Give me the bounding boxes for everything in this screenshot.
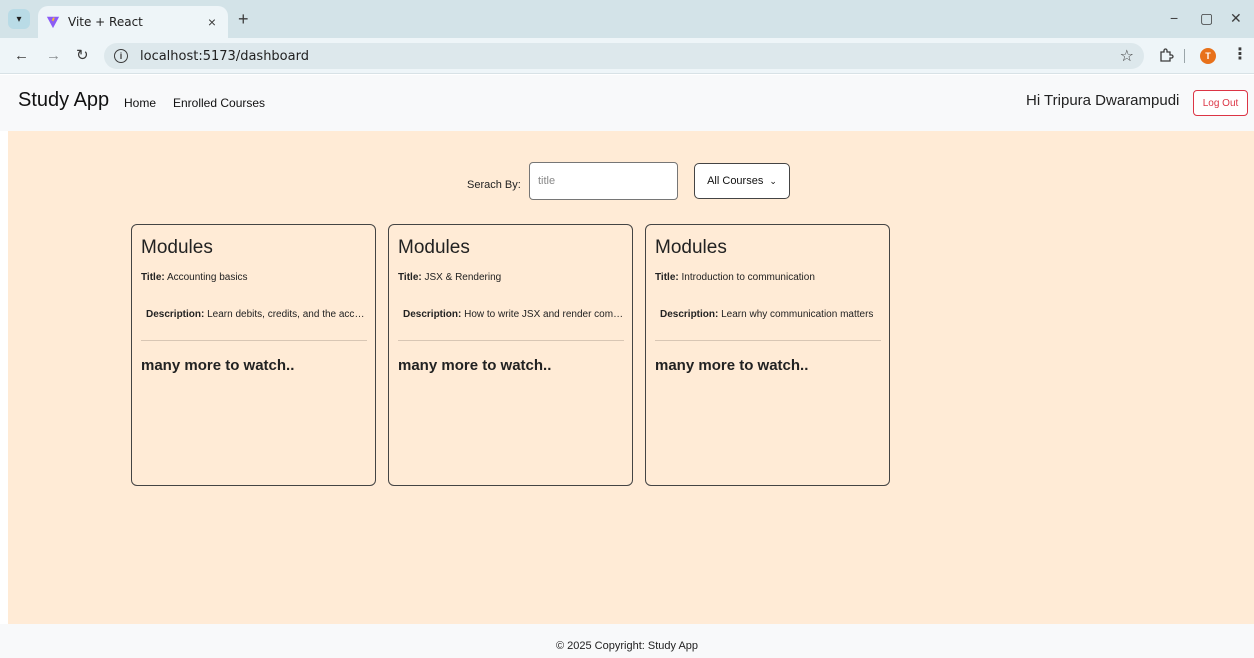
browser-toolbar: ← → ↻ i localhost:5173/dashboard ☆ T ⋮ (0, 38, 1254, 74)
forward-arrow-icon[interactable]: → (46, 47, 61, 65)
card-divider (655, 340, 881, 341)
card-title: Title: Accounting basics (141, 272, 248, 283)
search-label: Serach By: (467, 179, 521, 191)
browser-tab[interactable]: Vite + React × (38, 6, 228, 38)
user-greeting: Hi Tripura Dwarampudi (1026, 92, 1180, 109)
tab-title: Vite + React (68, 15, 143, 29)
copyright-text: © 2025 Copyright: Study App (555, 640, 699, 652)
new-tab-button[interactable]: + (238, 10, 249, 28)
card-description: Description: How to write JSX and render… (403, 309, 625, 320)
window-close-icon[interactable]: ✕ (1230, 10, 1242, 26)
menu-icon[interactable]: ⋮ (1232, 46, 1248, 64)
profile-avatar[interactable]: T (1200, 48, 1216, 64)
address-bar[interactable]: i localhost:5173/dashboard ☆ (104, 43, 1144, 69)
course-filter-select[interactable]: All Courses ⌄ (694, 163, 790, 199)
card-more-link[interactable]: many more to watch.. (655, 357, 808, 374)
vite-logo-icon (46, 16, 60, 29)
extensions-icon[interactable] (1158, 47, 1174, 63)
page-footer: © 2025 Copyright: Study App (0, 624, 1254, 658)
browser-tabstrip: ▾ Vite + React × + − ▢ ✕ (0, 0, 1254, 38)
module-card[interactable]: Modules Title: Accounting basics Descrip… (131, 224, 376, 486)
logout-button[interactable]: Log Out (1193, 90, 1248, 116)
card-heading: Modules (655, 237, 727, 258)
url-text[interactable]: localhost:5173/dashboard (140, 49, 309, 64)
toolbar-divider (1184, 49, 1185, 63)
search-input[interactable] (529, 162, 678, 200)
module-card[interactable]: Modules Title: Introduction to communica… (645, 224, 890, 486)
card-description: Description: Learn why communication mat… (660, 309, 874, 320)
card-heading: Modules (398, 237, 470, 258)
brand-logo[interactable]: Study App (18, 89, 109, 112)
card-divider (398, 340, 624, 341)
card-more-link[interactable]: many more to watch.. (141, 357, 294, 374)
close-icon[interactable]: × (204, 14, 220, 30)
chevron-down-icon: ⌄ (769, 175, 777, 186)
restore-icon[interactable]: ▢ (1200, 10, 1213, 26)
app-navbar: Study App Home Enrolled Courses Hi Tripu… (0, 75, 1254, 131)
star-icon[interactable]: ☆ (1120, 46, 1134, 66)
card-title: Title: Introduction to communication (655, 272, 815, 283)
nav-link-home[interactable]: Home (124, 96, 156, 110)
card-heading: Modules (141, 237, 213, 258)
chevron-down-icon[interactable]: ▾ (8, 9, 30, 29)
back-arrow-icon[interactable]: ← (14, 47, 29, 65)
card-description: Description: Learn debits, credits, and … (146, 309, 368, 320)
main-content: Serach By: All Courses ⌄ Modules Title: … (8, 131, 1254, 624)
minimize-icon[interactable]: − (1170, 10, 1178, 26)
card-title: Title: JSX & Rendering (398, 272, 502, 283)
course-filter-value: All Courses (707, 175, 764, 187)
site-info-icon[interactable]: i (114, 49, 128, 63)
reload-icon[interactable]: ↻ (76, 47, 89, 65)
nav-link-enrolled-courses[interactable]: Enrolled Courses (173, 96, 265, 110)
card-divider (141, 340, 367, 341)
module-card[interactable]: Modules Title: JSX & Rendering Descripti… (388, 224, 633, 486)
card-more-link[interactable]: many more to watch.. (398, 357, 551, 374)
